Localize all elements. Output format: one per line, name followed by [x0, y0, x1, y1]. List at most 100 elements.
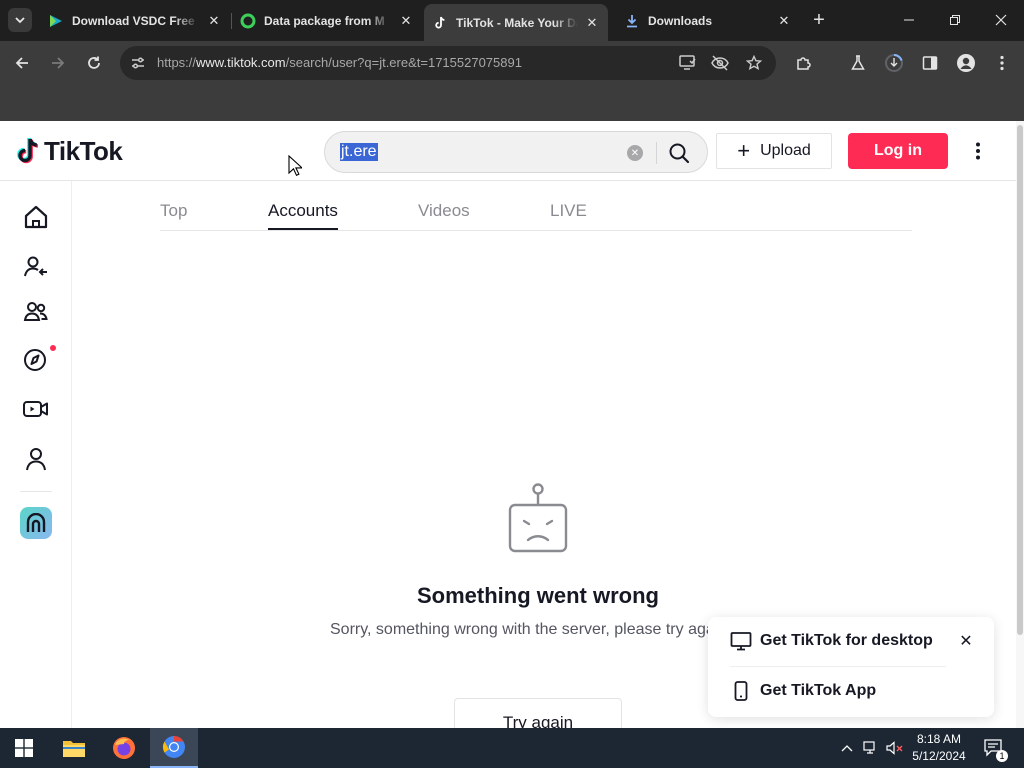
- chevron-down-icon: [15, 17, 25, 24]
- monitor-icon: [730, 630, 752, 652]
- nav-divider: [20, 491, 52, 492]
- kebab-menu-icon: [1000, 55, 1004, 71]
- tab-accounts[interactable]: Accounts: [268, 201, 338, 221]
- browser-tab-strip: Download VSDC Free ✕ Data package from M…: [0, 0, 1024, 41]
- start-button[interactable]: [0, 728, 48, 768]
- nav-explore[interactable]: [20, 344, 56, 376]
- close-icon[interactable]: ✕: [206, 13, 222, 29]
- profile-button[interactable]: [954, 51, 978, 75]
- green-ring-icon: [240, 13, 256, 29]
- get-app-link[interactable]: Get TikTok App: [730, 679, 876, 703]
- notification-dot: [50, 345, 56, 351]
- chrome-icon: [163, 736, 185, 758]
- windows-logo-icon: [15, 739, 33, 757]
- nav-friends[interactable]: [20, 296, 52, 328]
- arrow-left-icon: [15, 57, 28, 69]
- restore-icon: [950, 15, 960, 25]
- tab-top[interactable]: Top: [160, 201, 187, 221]
- error-description: Sorry, something wrong with the server, …: [330, 621, 730, 638]
- tiktok-header: TikTok jt.ere ✕ + Upload Log in: [0, 121, 1016, 181]
- restore-button[interactable]: [932, 0, 978, 40]
- page-scrollbar[interactable]: [1016, 121, 1024, 728]
- arrow-right-icon: [52, 57, 65, 69]
- url-host: www.tiktok.com: [196, 55, 286, 70]
- nav-following[interactable]: [20, 251, 52, 283]
- browser-tab-downloads[interactable]: Downloads ✕: [616, 6, 800, 35]
- system-clock[interactable]: 8:18 AM 5/12/2024: [906, 731, 972, 765]
- nav-profile[interactable]: [20, 443, 52, 475]
- more-options-button[interactable]: [966, 137, 990, 165]
- search-box[interactable]: jt.ere ✕: [324, 131, 708, 173]
- browser-tab-data-package[interactable]: Data package from M ✕: [232, 6, 422, 35]
- live-creator-thumbnail[interactable]: [20, 507, 52, 539]
- browser-tab-tiktok[interactable]: TikTok - Make Your Da ✕: [424, 4, 608, 41]
- labs-button[interactable]: [846, 51, 870, 75]
- phone-icon: [730, 680, 752, 702]
- tab-videos[interactable]: Videos: [418, 201, 470, 221]
- download-icon: [624, 13, 640, 29]
- arch-icon: [26, 513, 46, 532]
- plus-icon: +: [737, 138, 751, 163]
- tab-search-button[interactable]: [8, 8, 32, 32]
- star-icon[interactable]: [744, 53, 764, 73]
- file-explorer-button[interactable]: [50, 728, 98, 768]
- upload-label: Upload: [760, 142, 811, 159]
- home-icon: [24, 205, 48, 229]
- download-progress-icon: [885, 54, 903, 72]
- tiktok-icon: [432, 15, 448, 31]
- nav-live[interactable]: [20, 393, 52, 425]
- side-panel-button[interactable]: [918, 51, 942, 75]
- firefox-button[interactable]: [100, 728, 148, 768]
- tiktok-logo[interactable]: TikTok: [16, 135, 123, 167]
- minimize-button[interactable]: [886, 0, 932, 40]
- clock-date: 5/12/2024: [912, 749, 966, 763]
- friends-icon: [23, 302, 48, 321]
- close-icon[interactable]: ✕: [776, 13, 792, 29]
- new-tab-button[interactable]: +: [808, 8, 830, 32]
- search-button[interactable]: [665, 140, 693, 166]
- clear-search-icon[interactable]: ✕: [627, 145, 643, 161]
- live-video-icon: [23, 401, 48, 417]
- tiktok-logo-icon: [17, 137, 39, 164]
- tiktok-page: TikTok jt.ere ✕ + Upload Log in Top Acco…: [0, 121, 1024, 728]
- chrome-button[interactable]: [150, 728, 198, 768]
- action-center-button[interactable]: 1: [984, 738, 1008, 762]
- close-promo-icon[interactable]: ✕: [956, 631, 976, 651]
- try-again-button[interactable]: Try again: [454, 698, 622, 728]
- back-button[interactable]: [10, 51, 34, 75]
- tray-overflow-icon[interactable]: [838, 738, 856, 758]
- login-button[interactable]: Log in: [848, 133, 948, 169]
- search-divider: [656, 142, 657, 164]
- site-settings-icon[interactable]: [128, 53, 148, 73]
- upload-button[interactable]: + Upload: [716, 133, 832, 169]
- browser-menu-button[interactable]: [990, 51, 1014, 75]
- network-icon[interactable]: [862, 738, 880, 758]
- browser-tab-vsdc[interactable]: Download VSDC Free ✕: [40, 6, 230, 35]
- eye-off-icon[interactable]: [710, 53, 730, 73]
- tab-title: Download VSDC Free: [72, 13, 195, 28]
- tab-live[interactable]: LIVE: [550, 201, 587, 221]
- address-bar[interactable]: https://www.tiktok.com/search/user?q=jt.…: [120, 46, 776, 80]
- vsdc-icon: [48, 13, 64, 29]
- tab-title: Downloads: [648, 13, 713, 28]
- extensions-button[interactable]: [792, 51, 816, 75]
- close-window-button[interactable]: [978, 0, 1024, 40]
- download-progress-button[interactable]: [882, 51, 906, 75]
- scrollbar-thumb[interactable]: [1017, 125, 1023, 635]
- volume-muted-icon[interactable]: [886, 738, 904, 758]
- install-app-icon[interactable]: [678, 53, 698, 73]
- kebab-menu-icon: [976, 142, 980, 160]
- avatar-icon: [957, 54, 975, 72]
- forward-button[interactable]: [46, 51, 70, 75]
- close-icon[interactable]: ✕: [398, 13, 414, 29]
- notification-count: 1: [996, 750, 1008, 762]
- close-icon[interactable]: ✕: [584, 15, 600, 31]
- get-app-label: Get TikTok App: [760, 682, 877, 699]
- reload-icon: [88, 56, 100, 69]
- profile-icon: [26, 448, 46, 471]
- nav-for-you[interactable]: [20, 201, 52, 233]
- get-desktop-link[interactable]: Get TikTok for desktop: [730, 629, 933, 653]
- reload-button[interactable]: [82, 51, 106, 75]
- search-input[interactable]: jt.ere: [340, 143, 378, 161]
- url-path: /search/user?q=jt.ere&t=1715527075891: [285, 55, 522, 70]
